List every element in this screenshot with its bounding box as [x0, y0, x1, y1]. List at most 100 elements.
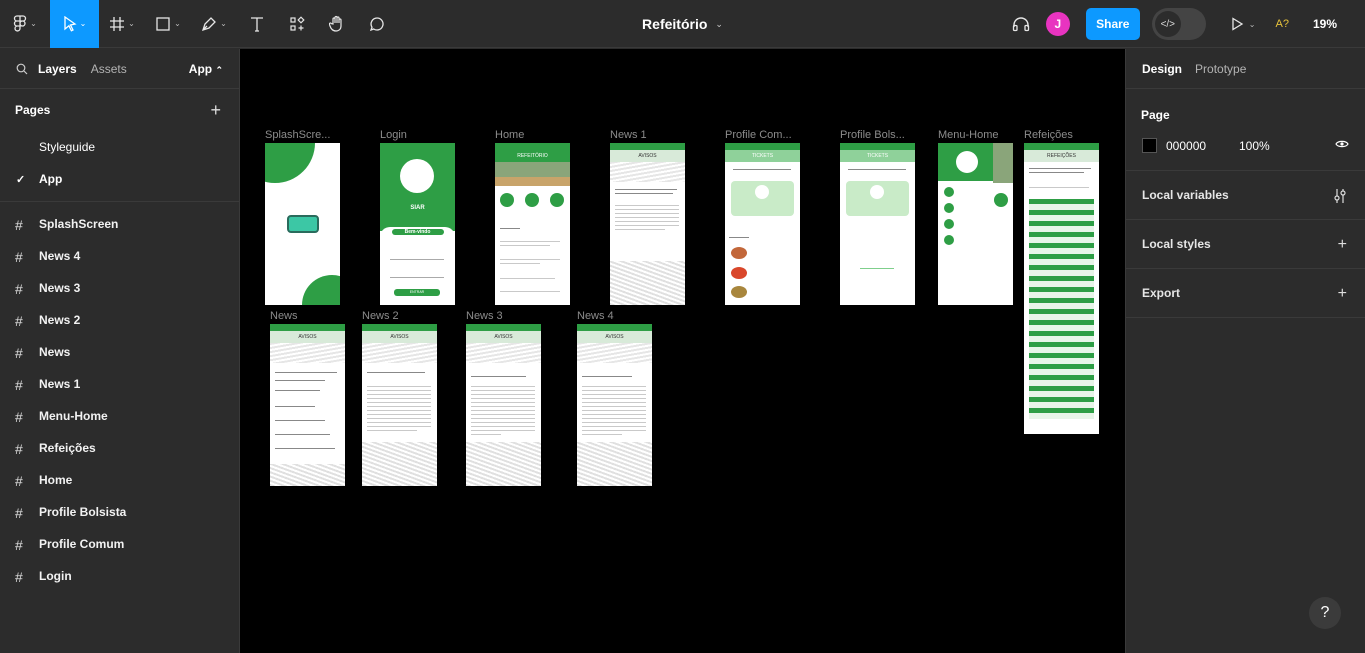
cursor-arrow-icon	[63, 15, 77, 32]
frame-news-1[interactable]: AVISOS	[610, 143, 685, 305]
frame-hash-icon: #	[15, 409, 23, 425]
page-item-app[interactable]: ✓ App	[0, 163, 239, 195]
chevron-down-icon[interactable]: ⌄	[715, 19, 723, 30]
dev-mode-toggle[interactable]: </>	[1151, 8, 1206, 40]
frame-home[interactable]: REFEITÓRIO	[495, 143, 570, 305]
local-variables-section[interactable]: Local variables	[1126, 171, 1365, 220]
page-color-hex[interactable]: 000000	[1166, 139, 1206, 153]
pen-tool-button[interactable]: ⌄	[191, 0, 237, 48]
frame-label-news[interactable]: News	[270, 310, 298, 322]
frame-label-news-2[interactable]: News 2	[362, 310, 399, 322]
text-tool-button[interactable]	[237, 0, 277, 48]
layer-news-1[interactable]: # News 1	[0, 368, 239, 400]
page-selector[interactable]: App ⌃	[189, 62, 223, 76]
page-label: Styleguide	[39, 140, 96, 154]
chevron-down-icon: ⌄	[220, 19, 227, 28]
file-title[interactable]: Refeitório	[642, 16, 707, 32]
hand-tool-button[interactable]	[317, 0, 357, 48]
eye-icon[interactable]	[1335, 139, 1349, 149]
local-styles-section[interactable]: Local styles +	[1126, 220, 1365, 269]
frame-label-refeicoes[interactable]: Refeições	[1024, 129, 1073, 141]
frame-label-profile-comum[interactable]: Profile Com...	[725, 129, 792, 141]
frame-label-profile-bolsista[interactable]: Profile Bols...	[840, 129, 905, 141]
frame-tool-button[interactable]: ⌄	[99, 0, 145, 48]
frame-news-4[interactable]: AVISOS	[577, 324, 652, 486]
help-button[interactable]: ?	[1309, 597, 1341, 629]
tab-design[interactable]: Design	[1142, 62, 1182, 76]
layer-news-4[interactable]: # News 4	[0, 240, 239, 272]
page-selector-label: App	[188, 61, 213, 76]
frame-news-2[interactable]: AVISOS	[362, 324, 437, 486]
mock-header: REFEITÓRIO	[517, 153, 548, 159]
frame-label-news-1[interactable]: News 1	[610, 129, 647, 141]
comment-tool-button[interactable]	[357, 0, 397, 48]
frame-news-3[interactable]: AVISOS	[466, 324, 541, 486]
chevron-down-icon: ⌄	[128, 19, 135, 28]
mock-bemvindo: Bem-vindo	[391, 229, 444, 235]
missing-fonts-indicator[interactable]: A?	[1276, 18, 1289, 30]
page-opacity[interactable]: 100%	[1239, 139, 1270, 153]
frame-label-menu-home[interactable]: Menu-Home	[938, 129, 999, 141]
variables-settings-icon[interactable]	[1333, 188, 1347, 204]
search-icon[interactable]	[16, 63, 28, 75]
page-section-title: Page	[1141, 108, 1170, 122]
add-page-icon[interactable]: +	[210, 100, 221, 121]
headphones-icon[interactable]	[1012, 16, 1030, 32]
figma-logo-icon	[14, 14, 27, 32]
main-menu-button[interactable]: ⌄	[0, 0, 50, 48]
layer-menu-home[interactable]: # Menu-Home	[0, 400, 239, 432]
pages-header: Pages +	[0, 89, 239, 131]
layer-refeicoes[interactable]: # Refeições	[0, 432, 239, 464]
tab-layers[interactable]: Layers	[38, 62, 77, 76]
frame-label-home[interactable]: Home	[495, 129, 524, 141]
frame-label-news-3[interactable]: News 3	[466, 310, 503, 322]
page-color-swatch[interactable]	[1142, 138, 1157, 153]
pages-title: Pages	[15, 103, 51, 117]
resources-tool-button[interactable]	[277, 0, 317, 48]
canvas[interactable]: SplashScre... Login Home News 1 Profile …	[240, 49, 1125, 653]
layer-profile-bolsista[interactable]: # Profile Bolsista	[0, 496, 239, 528]
zoom-level[interactable]: 19%	[1313, 17, 1337, 31]
layer-profile-comum[interactable]: # Profile Comum	[0, 528, 239, 560]
share-button[interactable]: Share	[1085, 8, 1140, 40]
frame-refeicoes[interactable]: REFEIÇÕES	[1024, 143, 1099, 434]
export-title: Export	[1142, 286, 1181, 300]
frame-menu-home[interactable]	[938, 143, 1013, 305]
chevron-down-icon: ⌄	[79, 19, 87, 28]
frame-label-news-4[interactable]: News 4	[577, 310, 614, 322]
frame-label-login[interactable]: Login	[380, 129, 407, 141]
frame-hash-icon: #	[15, 313, 23, 329]
layer-label: Profile Bolsista	[39, 505, 127, 519]
layer-splashscreen[interactable]: # SplashScreen	[0, 208, 239, 240]
frame-profile-comum[interactable]: TICKETS	[725, 143, 800, 305]
layer-news-2[interactable]: # News 2	[0, 304, 239, 336]
layer-label: Profile Comum	[39, 537, 125, 551]
mock-entrar-button: ENTRAR	[394, 289, 440, 296]
layer-label: Login	[39, 569, 72, 583]
layer-login[interactable]: # Login	[0, 560, 239, 592]
layer-news-3[interactable]: # News 3	[0, 272, 239, 304]
page-item-styleguide[interactable]: Styleguide	[0, 131, 239, 163]
layer-home[interactable]: # Home	[0, 464, 239, 496]
user-avatar[interactable]: J	[1045, 12, 1070, 36]
layer-news[interactable]: # News	[0, 336, 239, 368]
frame-splashscreen[interactable]	[265, 143, 340, 305]
tab-prototype[interactable]: Prototype	[1195, 62, 1246, 76]
frame-news[interactable]: AVISOS	[270, 324, 345, 486]
chevron-down-icon[interactable]: ⌄	[1249, 20, 1256, 29]
move-tool-button[interactable]: ⌄	[50, 0, 99, 48]
frame-profile-bolsista[interactable]: TICKETS	[840, 143, 915, 305]
frame-hash-icon: #	[15, 569, 23, 585]
mock-siar-title: SIAR	[410, 205, 425, 211]
shape-tool-button[interactable]: ⌄	[145, 0, 191, 48]
layer-label: News 4	[39, 249, 81, 263]
export-section[interactable]: Export +	[1126, 269, 1365, 318]
mock-header: AVISOS	[638, 153, 657, 159]
layer-label: News 3	[39, 281, 81, 295]
add-export-icon[interactable]: +	[1338, 285, 1347, 303]
frame-login[interactable]: SIAR Bem-vindo ENTRAR	[380, 143, 455, 305]
tab-assets[interactable]: Assets	[91, 62, 127, 76]
frame-label-splashscreen[interactable]: SplashScre...	[265, 129, 330, 141]
add-style-icon[interactable]: +	[1338, 236, 1347, 254]
play-present-icon[interactable]	[1230, 17, 1244, 31]
